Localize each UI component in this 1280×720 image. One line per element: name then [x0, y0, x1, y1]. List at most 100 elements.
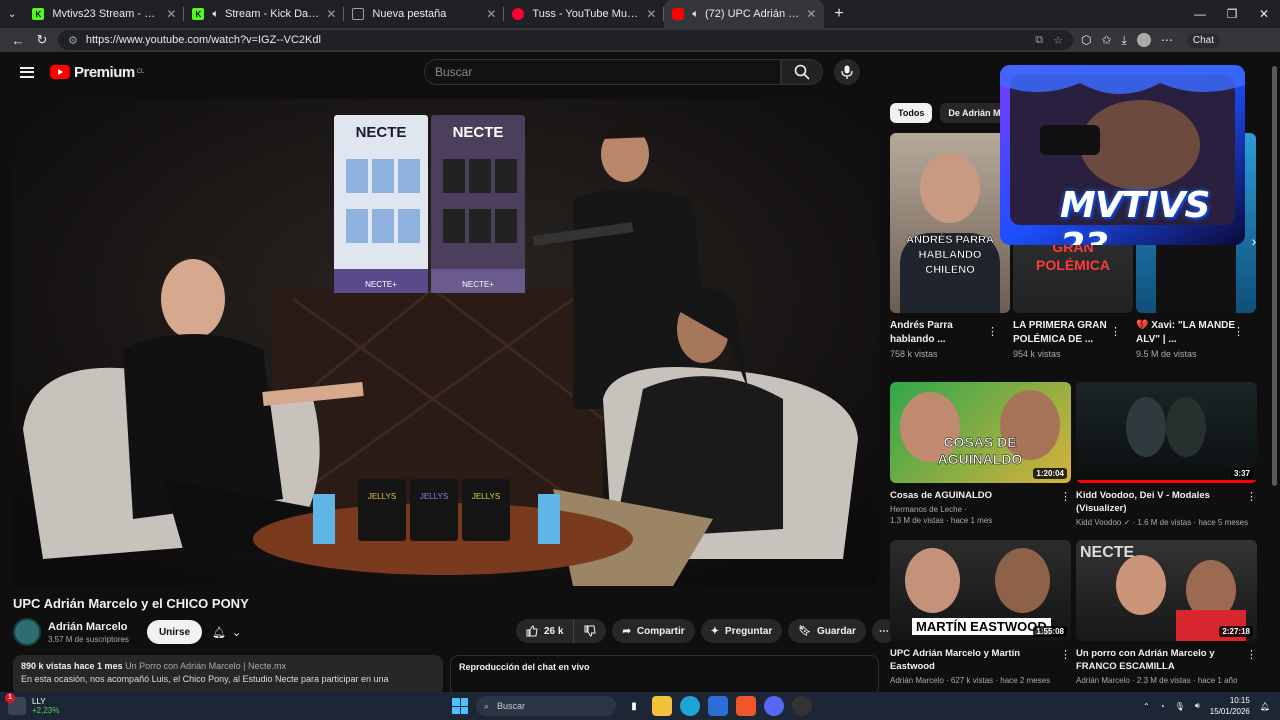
- downloads-icon[interactable]: ⤓: [1122, 33, 1127, 48]
- chip-from-channel[interactable]: De Adrián M: [940, 103, 1009, 123]
- new-tab-button[interactable]: +: [824, 5, 853, 23]
- edge-browser-icon[interactable]: [680, 696, 700, 716]
- tab-youtube-music[interactable]: Tuss - YouTube Music ✕: [504, 0, 665, 28]
- video-menu-dots-icon[interactable]: ⋮: [1246, 490, 1257, 503]
- channel-name[interactable]: Adrián Marcelo: [48, 621, 129, 633]
- menu-dots-icon[interactable]: ⋯: [1161, 33, 1173, 47]
- close-window-icon[interactable]: ✕: [1248, 0, 1280, 28]
- favorites-icon[interactable]: ✩: [1101, 33, 1111, 47]
- video-title[interactable]: Kidd Voodoo, Dei V - Modales (Visualizer…: [1076, 489, 1241, 515]
- dislike-button[interactable]: [574, 619, 607, 643]
- description-box[interactable]: 890 k vistas hace 1 mes Un Porro con Adr…: [13, 655, 443, 695]
- store-icon[interactable]: [708, 696, 728, 716]
- join-button[interactable]: Unirse: [146, 620, 203, 644]
- description-link[interactable]: Un Porro con Adrián Marcelo | Necte.mx: [125, 661, 286, 671]
- taskbar-search-label: Buscar: [497, 701, 526, 711]
- kick-icon: K: [32, 8, 45, 20]
- channel-avatar[interactable]: [13, 618, 41, 646]
- recommended-video[interactable]: NECTE 2:27:18 Un porro con Adrián Marcel…: [1076, 540, 1257, 685]
- short-title[interactable]: 💔 Xavi: "LA MANDE ALV" | ...: [1136, 319, 1236, 347]
- speaker-icon[interactable]: 🔈︎: [692, 8, 699, 21]
- tab-search-chevron-icon[interactable]: ⌄: [0, 9, 24, 20]
- like-button[interactable]: 26 k: [516, 619, 575, 643]
- subscription-bell-button[interactable]: 🔔︎ ⌄: [212, 626, 241, 639]
- microphone-icon[interactable]: 🎙︎: [1175, 702, 1185, 711]
- windows-start-icon[interactable]: [452, 698, 468, 714]
- scrollbar-thumb[interactable]: [1272, 66, 1277, 486]
- search-input[interactable]: Buscar: [424, 59, 781, 85]
- sparkle-icon: ✦: [710, 625, 720, 637]
- tab-mvtivs-stream[interactable]: K Mvtivs23 Stream - Watch Live on ... ✕: [24, 0, 185, 28]
- hamburger-menu-icon[interactable]: [20, 66, 34, 78]
- video-thumbnail[interactable]: MARTÍN EASTWOOD 1:55:08: [890, 540, 1071, 641]
- recommended-video[interactable]: MARTÍN EASTWOOD 1:55:08 UPC Adrián Marce…: [890, 540, 1071, 685]
- stock-widget[interactable]: 1 LLY +2,23%: [5, 692, 59, 720]
- voice-search-button[interactable]: [834, 59, 860, 85]
- ask-button[interactable]: ✦ Preguntar: [700, 619, 783, 643]
- video-thumbnail[interactable]: 3:37: [1076, 382, 1257, 483]
- save-button[interactable]: 🔖︎ Guardar: [788, 619, 866, 643]
- tab-kick-dashboard[interactable]: K 🔈︎ Stream - Kick Dashboard ✕: [184, 0, 345, 28]
- close-tab-icon[interactable]: ✕: [486, 7, 496, 21]
- back-arrow-icon[interactable]: ←: [6, 33, 30, 48]
- close-tab-icon[interactable]: ✕: [166, 7, 176, 21]
- short-thumbnail[interactable]: ANDRÉS PARRA HABLANDO CHILENO: [890, 133, 1010, 313]
- bookmark-star-icon[interactable]: ☆: [1053, 34, 1063, 47]
- file-explorer-icon[interactable]: [652, 696, 672, 716]
- video-player[interactable]: NECTE NECTE NECTE+ NECTE+ JELLYS JELLYS …: [13, 99, 879, 586]
- tab-new-tab[interactable]: Nueva pestaña ✕: [344, 0, 505, 28]
- short-menu-dots-icon[interactable]: ⋮: [1110, 325, 1121, 338]
- share-button[interactable]: ➦ Compartir: [612, 619, 695, 643]
- video-title[interactable]: UPC Adrián Marcelo y Martín Eastwood: [890, 647, 1055, 673]
- network-icon[interactable]: ◔: [1160, 702, 1165, 711]
- close-tab-icon[interactable]: ✕: [806, 7, 816, 21]
- youtube-premium-logo[interactable]: Premium CL: [50, 64, 144, 81]
- recommended-video[interactable]: COSAS DE AGUINALDO 1:20:04 Cosas de AGUI…: [890, 382, 1071, 525]
- install-app-icon[interactable]: ⧉: [1035, 34, 1043, 47]
- task-view-icon[interactable]: ▮: [624, 696, 644, 716]
- profile-avatar[interactable]: [1136, 33, 1151, 47]
- close-tab-icon[interactable]: ✕: [326, 7, 336, 21]
- short-title[interactable]: Andrés Parra hablando ...: [890, 319, 990, 347]
- video-thumbnail[interactable]: COSAS DE AGUINALDO 1:20:04: [890, 382, 1071, 483]
- chip-all[interactable]: Todos: [890, 103, 933, 123]
- speaker-icon[interactable]: 🔈︎: [212, 8, 219, 21]
- necte-sign-left: NECTE: [356, 124, 407, 141]
- brave-icon[interactable]: [736, 696, 756, 716]
- video-menu-dots-icon[interactable]: ⋮: [1060, 648, 1071, 661]
- video-title[interactable]: Cosas de AGUINALDO: [890, 489, 1055, 502]
- close-tab-icon[interactable]: ✕: [646, 7, 656, 21]
- tray-chevron-icon[interactable]: ⌃: [1143, 702, 1150, 711]
- short-item[interactable]: ANDRÉS PARRA HABLANDO CHILENO Andrés Par…: [890, 133, 1010, 359]
- discord-icon[interactable]: [764, 696, 784, 716]
- video-menu-dots-icon[interactable]: ⋮: [1246, 648, 1257, 661]
- live-chat-replay[interactable]: Reproducción del chat en vivo: [450, 655, 879, 695]
- maximize-icon[interactable]: ❐: [1216, 0, 1248, 28]
- url-text[interactable]: https://www.youtube.com/watch?v=IGZ--VC2…: [86, 34, 321, 46]
- omnibox[interactable]: ⚙︎ https://www.youtube.com/watch?v=IGZ--…: [58, 30, 1073, 50]
- video-channel[interactable]: Hermanos de Leche ·: [890, 505, 1071, 514]
- recommended-video[interactable]: 3:37 Kidd Voodoo, Dei V - Modales (Visua…: [1076, 382, 1257, 527]
- volume-icon[interactable]: 🔊︎: [1195, 701, 1200, 711]
- chip-label: Todos: [898, 108, 925, 118]
- search-button[interactable]: [781, 59, 823, 85]
- notifications-bell-icon[interactable]: 🔔︎: [1260, 702, 1270, 711]
- short-menu-dots-icon[interactable]: ⋮: [987, 325, 998, 338]
- app-icon[interactable]: [792, 696, 812, 716]
- youtube-music-icon: [512, 8, 525, 20]
- extensions-icon[interactable]: ⬡: [1081, 33, 1091, 47]
- page-scrollbar[interactable]: [1268, 52, 1280, 692]
- video-thumbnail[interactable]: NECTE 2:27:18: [1076, 540, 1257, 641]
- clock[interactable]: 10:15 15/01/2026: [1210, 695, 1250, 717]
- video-title[interactable]: Un porro con Adrián Marcelo y FRANCO ESC…: [1076, 647, 1241, 673]
- site-info-icon[interactable]: ⚙︎: [68, 34, 78, 47]
- video-menu-dots-icon[interactable]: ⋮: [1060, 490, 1071, 503]
- short-menu-dots-icon[interactable]: ⋮: [1233, 325, 1244, 338]
- tab-youtube-video[interactable]: 🔈︎ (72) UPC Adrián Marcelo y el ... ✕: [664, 0, 825, 28]
- short-title[interactable]: LA PRIMERA GRAN POLÉMICA DE ...: [1013, 319, 1113, 347]
- reload-icon[interactable]: ↻: [30, 32, 54, 48]
- taskbar-search[interactable]: ⌕ Buscar: [476, 696, 616, 716]
- minimize-icon[interactable]: —: [1184, 0, 1216, 28]
- shelf-next-button[interactable]: ›: [1244, 228, 1264, 254]
- chat-button[interactable]: Chat: [1186, 32, 1220, 48]
